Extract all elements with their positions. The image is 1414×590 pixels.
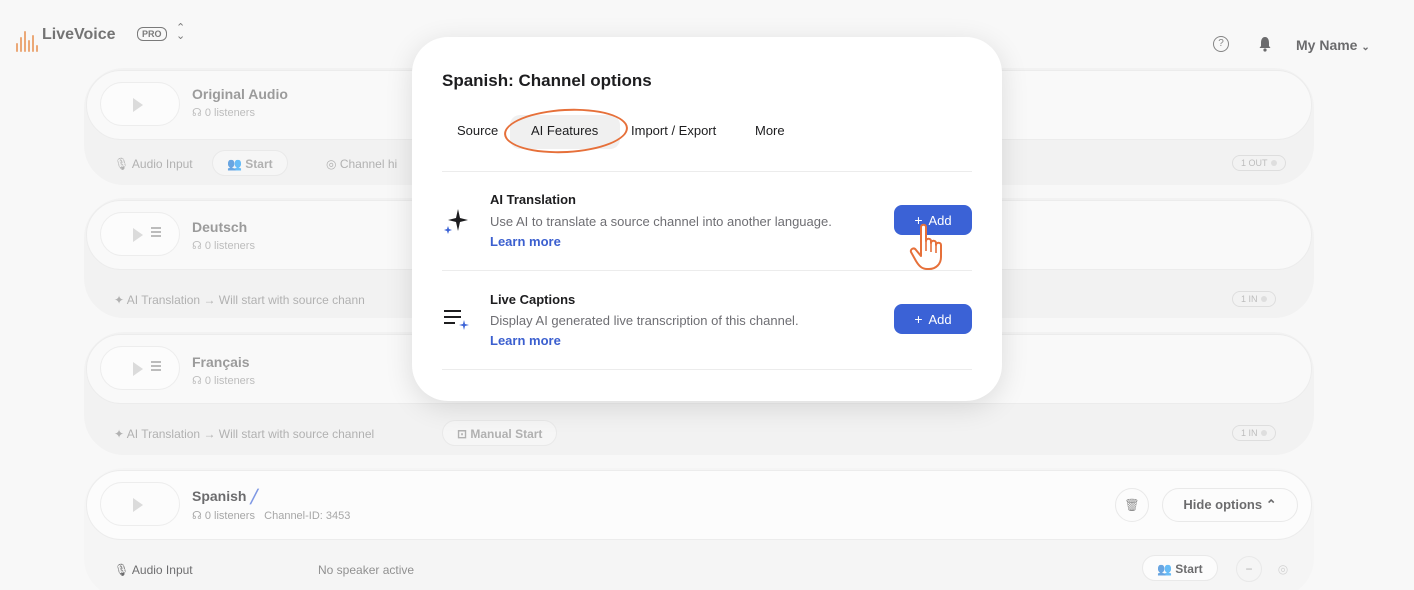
feature-title: Live Captions <box>490 292 576 307</box>
learn-more-link[interactable]: Learn more <box>490 333 561 348</box>
plus-icon: + <box>914 311 923 327</box>
add-live-captions-button[interactable]: + Add <box>894 304 972 334</box>
tab-source[interactable]: Source <box>457 123 498 138</box>
hand-pointer-icon <box>909 223 942 270</box>
sparkle-icon <box>444 209 468 234</box>
captions-icon <box>444 310 469 330</box>
feature-description: Use AI to translate a source channel int… <box>490 214 832 229</box>
modal-title: Spanish: Channel options <box>442 71 652 90</box>
feature-description: Display AI generated live transcription … <box>490 313 799 328</box>
feature-title: AI Translation <box>490 192 576 207</box>
divider <box>442 369 972 370</box>
tab-import-export[interactable]: Import / Export <box>631 123 716 138</box>
tab-more[interactable]: More <box>755 123 785 138</box>
divider <box>442 171 972 172</box>
learn-more-link[interactable]: Learn more <box>490 234 561 249</box>
divider <box>442 270 972 271</box>
channel-options-modal: Spanish: Channel options Source AI Featu… <box>412 37 1002 401</box>
